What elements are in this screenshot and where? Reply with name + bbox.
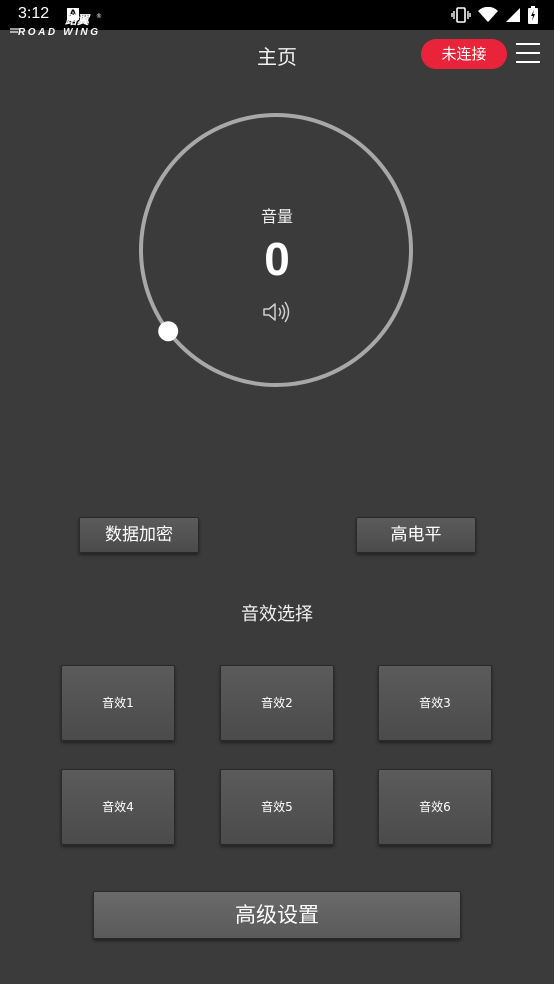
effect-5-button[interactable]: 音效5 [220,769,334,845]
volume-handle[interactable] [158,321,179,342]
svg-text:®: ® [96,13,102,20]
effects-section-title: 音效选择 [241,604,313,625]
effect-1-button[interactable]: 音效1 [61,665,175,741]
effect-4-button[interactable]: 音效4 [61,769,175,845]
volume-value: 0 [264,233,290,285]
battery-icon [528,6,538,24]
volume-label: 音量 [260,207,293,226]
logo-cn-text: 路翼 [65,13,91,27]
wifi-icon [478,7,498,22]
vibrate-icon [451,7,471,23]
brand-logo: 路翼 ® ROAD WING [10,13,102,38]
signal-icon [506,8,520,22]
effect-3-button[interactable]: 音效3 [378,665,492,741]
high-level-button[interactable]: 高电平 [356,517,476,553]
speaker-icon [263,301,290,323]
menu-icon[interactable] [516,43,540,65]
data-encrypt-button[interactable]: 数据加密 [79,517,199,553]
advanced-settings-button[interactable]: 高级设置 [93,891,461,939]
effect-2-button[interactable]: 音效2 [220,665,334,741]
connection-status-button[interactable]: 未连接 [421,39,507,69]
logo-en-text: ROAD WING [18,27,98,38]
effect-6-button[interactable]: 音效6 [378,769,492,845]
status-icons [451,6,538,24]
